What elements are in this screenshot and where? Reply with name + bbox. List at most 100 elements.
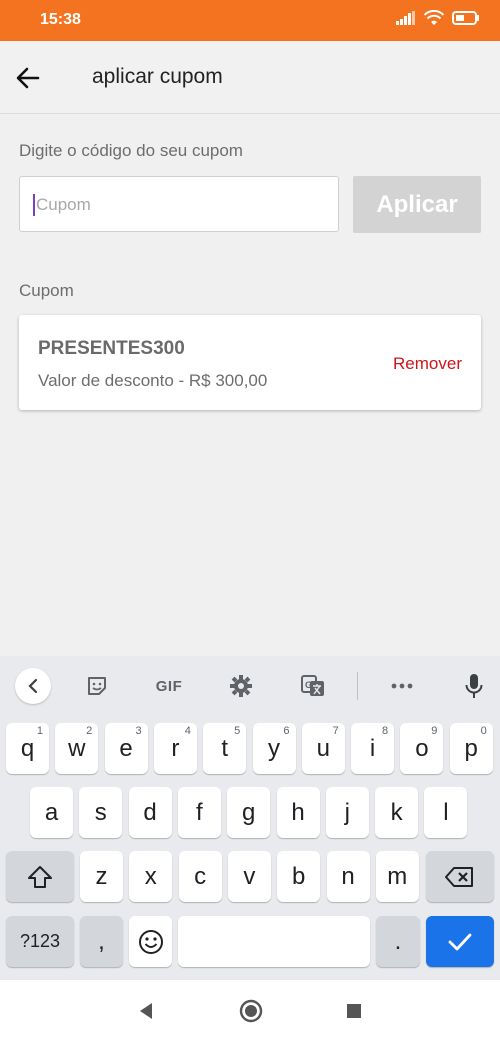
key-c[interactable]: c	[178, 851, 222, 902]
key-f[interactable]: f	[177, 787, 221, 838]
key-hint: 8	[381, 725, 389, 737]
coupon-section-label: Cupom	[19, 281, 74, 300]
key-label: v	[243, 862, 256, 890]
key-k[interactable]: k	[375, 787, 419, 838]
key-w[interactable]: w2	[55, 723, 99, 774]
voice-input-button[interactable]	[456, 668, 492, 704]
shift-key[interactable]	[6, 851, 74, 902]
key-label: f	[196, 798, 203, 826]
key-label: s	[94, 798, 107, 826]
key-d[interactable]: d	[128, 787, 172, 838]
key-h[interactable]: h	[276, 787, 320, 838]
key-label: j	[344, 798, 350, 826]
microphone-icon	[465, 674, 483, 698]
chevron-left-icon	[28, 678, 38, 694]
back-button[interactable]	[12, 63, 44, 93]
key-hint: 6	[283, 725, 290, 737]
triangle-back-icon	[140, 1003, 152, 1019]
key-label: y	[268, 734, 280, 762]
key-label: e	[119, 734, 133, 762]
key-l[interactable]: l	[424, 787, 468, 838]
key-hint: 1	[36, 725, 43, 737]
key-a[interactable]: a	[30, 787, 73, 838]
key-hint: 0	[480, 725, 487, 737]
key-label: p	[464, 734, 478, 762]
apply-button[interactable]: Aplicar	[353, 176, 481, 233]
key-g[interactable]: g	[227, 787, 271, 838]
app-bar: aplicar cupom	[0, 41, 500, 114]
key-label: g	[242, 798, 256, 826]
key-y[interactable]: y6	[252, 723, 296, 774]
coupon-code-label: Digite o código do seu cupom	[19, 141, 243, 160]
gif-label: GIF	[155, 677, 183, 695]
key-hint: 7	[332, 725, 339, 737]
comma-key[interactable]: ,	[80, 916, 123, 967]
nav-recents-button[interactable]	[341, 998, 367, 1024]
key-label: b	[292, 862, 306, 890]
translate-button[interactable]: G	[295, 668, 331, 704]
status-bar: 15:38	[0, 0, 500, 41]
nav-back-button[interactable]	[133, 998, 159, 1024]
coupon-discount: Valor de desconto - R$ 300,00	[38, 371, 268, 390]
key-label: t	[221, 734, 229, 762]
coupon-input[interactable]	[34, 177, 328, 233]
emoji-icon	[138, 929, 163, 954]
key-label: w	[68, 734, 86, 762]
key-t[interactable]: t5	[203, 723, 247, 774]
key-label: l	[443, 798, 449, 826]
key-hint: 5	[234, 725, 241, 737]
remove-coupon-button[interactable]: Remover	[393, 354, 462, 374]
key-n[interactable]: n	[326, 851, 370, 902]
keyboard-toolbar: GIF G	[0, 656, 500, 716]
nav-home-button[interactable]	[238, 998, 264, 1024]
key-j[interactable]: j	[325, 787, 369, 838]
key-label: h	[291, 798, 305, 826]
key-z[interactable]: z	[80, 851, 123, 902]
space-key[interactable]	[178, 916, 370, 967]
symbols-key-label: ?123	[19, 931, 61, 951]
symbols-key[interactable]: ?123	[6, 916, 74, 967]
svg-text:G: G	[305, 680, 312, 690]
backspace-key[interactable]	[426, 851, 494, 902]
key-q[interactable]: q1	[6, 723, 49, 774]
sticker-button[interactable]	[79, 668, 115, 704]
key-label: n	[341, 862, 355, 890]
checkmark-icon	[448, 933, 472, 950]
key-m[interactable]: m	[375, 851, 419, 902]
key-e[interactable]: e3	[104, 723, 148, 774]
key-b[interactable]: b	[277, 851, 321, 902]
key-i[interactable]: i8	[351, 723, 395, 774]
key-u[interactable]: u7	[301, 723, 345, 774]
page-title: aplicar cupom	[92, 65, 223, 88]
key-label: o	[415, 734, 429, 762]
key-hint: 4	[184, 725, 191, 737]
gif-button[interactable]: GIF	[150, 668, 188, 704]
keyboard: GIF G ?123 , . q1w2e 3 r 4 t 5 y 6 u 7 i…	[0, 656, 500, 980]
more-options-button[interactable]	[384, 668, 420, 704]
comma-key-label: ,	[98, 927, 105, 955]
key-label: d	[143, 798, 157, 826]
signal-icon	[396, 11, 416, 30]
key-p[interactable]: p0	[449, 723, 493, 774]
emoji-key[interactable]	[129, 916, 172, 967]
key-v[interactable]: v	[227, 851, 271, 902]
system-nav-bar	[0, 980, 500, 1041]
key-label: a	[44, 798, 59, 826]
status-time: 15:38	[40, 11, 81, 28]
keyboard-collapse-button[interactable]	[15, 668, 51, 704]
keyboard-settings-button[interactable]	[223, 668, 259, 704]
coupon-card: PRESENTES300 Valor de desconto - R$ 300,…	[19, 315, 481, 410]
coupon-input-field[interactable]	[19, 176, 339, 233]
key-o[interactable]: o9	[400, 723, 444, 774]
shift-icon	[28, 865, 52, 888]
key-x[interactable]: x	[129, 851, 173, 902]
done-key[interactable]	[426, 916, 494, 967]
period-key[interactable]: .	[376, 916, 420, 967]
key-label: i	[369, 734, 376, 762]
square-recents-icon	[347, 1004, 361, 1018]
key-r[interactable]: r4	[153, 723, 197, 774]
key-s[interactable]: s	[79, 787, 123, 838]
key-hint: 9	[431, 725, 438, 737]
arrow-back-icon	[16, 67, 40, 89]
key-label: q	[20, 734, 35, 762]
